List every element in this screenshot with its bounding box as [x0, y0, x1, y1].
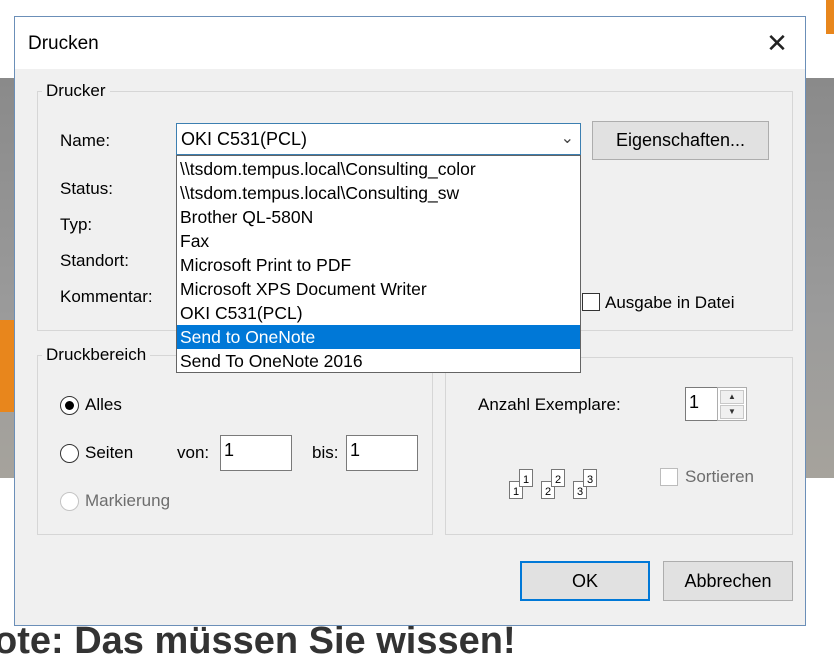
printer-name-label: Name: — [60, 131, 111, 150]
type-label: Typ: — [60, 215, 93, 234]
close-icon[interactable]: ✕ — [763, 29, 791, 57]
background-headline: ote: Das müssen Sie wissen! — [0, 620, 516, 662]
dropdown-item[interactable]: Microsoft XPS Document Writer — [177, 277, 580, 301]
dropdown-item[interactable]: Fax — [177, 229, 580, 253]
dialog-title: Drucken — [28, 33, 99, 54]
cancel-button[interactable]: Abbrechen — [663, 561, 793, 601]
page-icon: 2 — [551, 469, 565, 487]
dropdown-item[interactable]: \\tsdom.tempus.local\Consulting_sw — [177, 181, 580, 205]
printer-group-legend: Drucker — [46, 81, 106, 100]
copies-label: Anzahl Exemplare: — [478, 395, 621, 414]
to-page-input[interactable]: 1 — [346, 435, 418, 471]
dropdown-item[interactable]: Send To OneNote 2016 — [177, 349, 580, 373]
status-label: Status: — [60, 179, 113, 198]
collate-preview-icon: 1 1 2 2 3 3 — [505, 469, 601, 501]
print-dialog: Drucken ✕ Drucker Name: OKI C531(PCL) ⌄ … — [14, 16, 806, 626]
dropdown-item-highlighted[interactable]: Send to OneNote — [177, 325, 580, 349]
from-label: von: — [177, 443, 210, 462]
pages-label[interactable]: Seiten — [85, 443, 133, 463]
copies-spinner[interactable]: ▲ ▼ — [717, 387, 747, 421]
printer-dropdown-list: \\tsdom.tempus.local\Consulting_color \\… — [176, 155, 581, 373]
comment-label: Kommentar: — [60, 287, 153, 306]
pages-radio[interactable] — [60, 444, 79, 463]
all-pages-label[interactable]: Alles — [85, 395, 122, 415]
dropdown-item[interactable]: Brother QL-580N — [177, 205, 580, 229]
selection-radio[interactable] — [60, 492, 79, 511]
page-icon: 3 — [583, 469, 597, 487]
print-range-legend: Druckbereich — [46, 345, 147, 364]
all-pages-radio[interactable] — [60, 396, 79, 415]
copies-group — [445, 357, 793, 535]
caret-up-icon[interactable]: ▲ — [720, 390, 744, 404]
chevron-down-icon[interactable]: ⌄ — [561, 128, 574, 148]
properties-button[interactable]: Eigenschaften... — [592, 121, 769, 160]
printer-name-select[interactable]: OKI C531(PCL) ⌄ — [176, 123, 581, 155]
page-icon: 1 — [519, 469, 533, 487]
selected-printer: OKI C531(PCL) — [181, 129, 308, 149]
collate-checkbox[interactable] — [660, 468, 678, 486]
collate-label[interactable]: Sortieren — [685, 467, 754, 487]
dropdown-item[interactable]: OKI C531(PCL) — [177, 301, 580, 325]
caret-down-icon[interactable]: ▼ — [720, 405, 744, 419]
title-bar: Drucken ✕ — [15, 17, 805, 69]
print-to-file-checkbox[interactable] — [582, 293, 600, 311]
location-label: Standort: — [60, 251, 129, 270]
dropdown-item[interactable]: \\tsdom.tempus.local\Consulting_color — [177, 157, 580, 181]
background-accent — [826, 0, 834, 34]
ok-button[interactable]: OK — [520, 561, 650, 601]
from-page-input[interactable]: 1 — [220, 435, 292, 471]
selection-label[interactable]: Markierung — [85, 491, 170, 511]
to-label: bis: — [312, 443, 339, 462]
dropdown-item[interactable]: Microsoft Print to PDF — [177, 253, 580, 277]
print-to-file-label[interactable]: Ausgabe in Datei — [605, 293, 734, 313]
